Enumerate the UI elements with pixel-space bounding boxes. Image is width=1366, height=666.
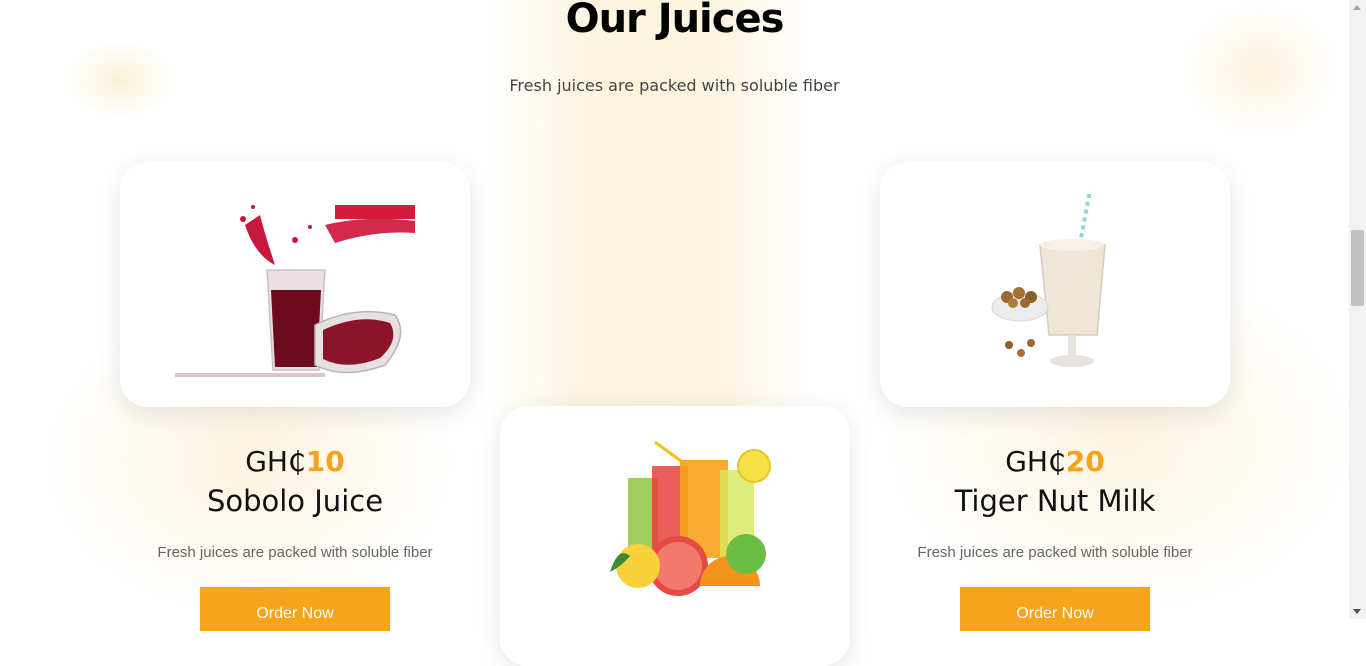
mixed-fruit-juices-image	[610, 440, 771, 596]
order-now-button[interactable]: Order Now	[200, 587, 390, 631]
vertical-scrollbar[interactable]	[1349, 0, 1366, 619]
price-amount: 10	[305, 445, 345, 478]
scroll-down-arrow-icon[interactable]	[1353, 609, 1361, 614]
price-currency: GH₵	[1005, 445, 1066, 478]
product-description: Fresh juices are packed with soluble fib…	[917, 544, 1193, 561]
scroll-up-arrow-icon[interactable]	[1353, 5, 1361, 10]
product-description: Fresh juices are packed with soluble fib…	[157, 544, 433, 561]
order-now-button[interactable]: Order Now	[960, 587, 1150, 631]
section-subtitle: Fresh juices are packed with soluble fib…	[509, 76, 840, 95]
product-price: GH₵10	[120, 445, 470, 478]
product-name: Sobolo Juice	[206, 484, 384, 518]
tiger-nut-milk-image	[991, 189, 1106, 367]
product-price: GH₵20	[880, 445, 1230, 478]
product-image-card[interactable]	[880, 162, 1230, 407]
section-title: Our Juices	[565, 0, 785, 42]
price-amount: 20	[1065, 445, 1105, 478]
product-image-card[interactable]	[500, 406, 850, 666]
juices-section: Our Juices Fresh juices are packed with …	[0, 0, 1349, 666]
scroll-thumb[interactable]	[1351, 230, 1364, 306]
product-name: Tiger Nut Milk	[954, 484, 1156, 518]
price-currency: GH₵	[245, 445, 306, 478]
hibiscus-juice-image	[175, 204, 415, 377]
product-image-card[interactable]	[120, 162, 470, 407]
